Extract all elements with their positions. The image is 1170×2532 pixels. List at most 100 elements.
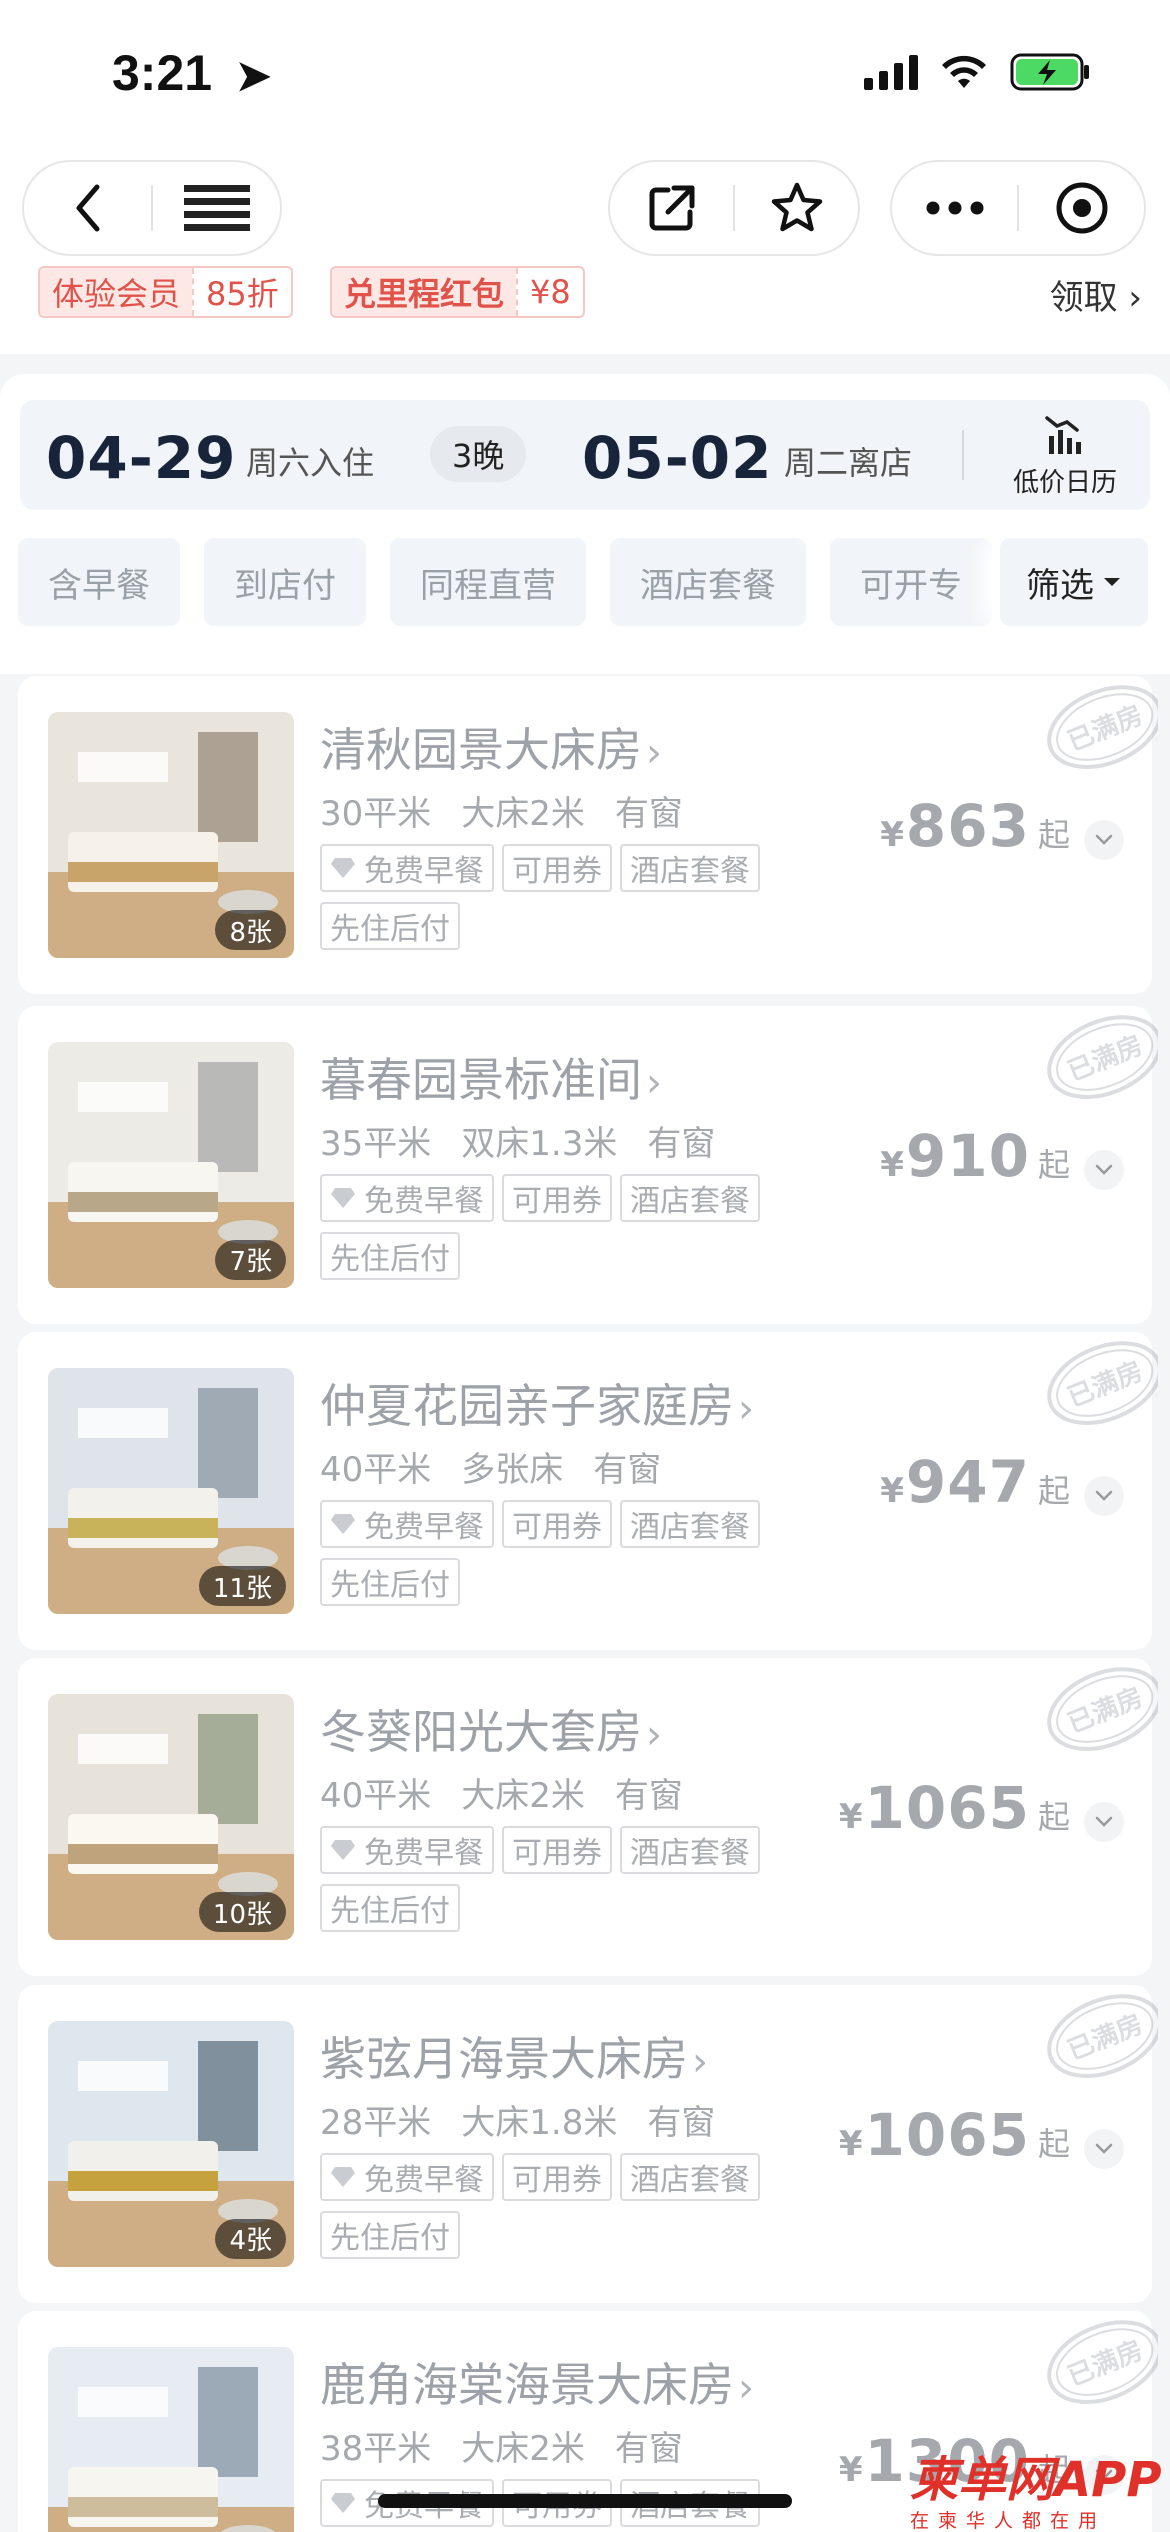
member-discount-tag[interactable]: 体验会员 85折 (38, 266, 293, 318)
currency-symbol: ¥ (838, 1797, 863, 1838)
nav-left-capsule (22, 160, 282, 256)
room-photo[interactable]: 10张 (48, 1694, 294, 1941)
diamond-icon (331, 1514, 355, 1534)
room-bed: 双床1.3米 (461, 1123, 618, 1164)
room-window: 有窗 (614, 2429, 683, 2470)
package-tag: 酒店套餐 (620, 1173, 760, 1222)
close-mini-program-button[interactable] (1019, 162, 1144, 254)
room-card[interactable]: 8张 清秋园景大床房 › 30平米 大床2米 有窗 免费早餐 可用券 酒店套餐 先住后… (18, 676, 1158, 994)
room-card[interactable]: 7张 暮春园景标准间 › 35平米 双床1.3米 有窗 免费早餐 可用券 酒店套餐 先… (18, 1005, 1158, 1324)
chevron-right-icon: › (692, 2038, 708, 2085)
date-bar[interactable]: 04-29 周六入住 3晚 05-02 周二离店 低价日历 (20, 400, 1150, 510)
sold-out-stamp: 已满房 (1028, 676, 1158, 786)
room-tags: 免费早餐 可用券 酒店套餐 (320, 1173, 760, 1222)
filter-chip-breakfast[interactable]: 含早餐 (18, 538, 180, 626)
price-value: 1065 (864, 1774, 1030, 1843)
room-card[interactable]: 4张 紫弦月海景大床房 › 28平米 大床1.8米 有窗 免费早餐 可用券 酒店套餐 … (18, 1984, 1158, 2303)
low-price-calendar-button[interactable]: 低价日历 (995, 414, 1135, 499)
room-photo[interactable]: 8张 (48, 712, 294, 958)
filter-chip-pay-at-hotel[interactable]: 到店付 (204, 538, 366, 626)
mileage-redpacket-tag[interactable]: 兑里程红包 ¥8 (330, 266, 585, 318)
package-tag: 酒店套餐 (620, 1500, 760, 1548)
chevron-down-icon (1095, 834, 1113, 845)
price-value: 863 (905, 792, 1030, 860)
package-tag: 酒店套餐 (620, 844, 760, 892)
room-specs: 28平米 大床1.8米 有窗 (320, 2095, 745, 2144)
more-button[interactable] (892, 162, 1017, 254)
coupon-tag: 可用券 (502, 1826, 612, 1875)
chevron-left-icon (76, 184, 99, 232)
back-button[interactable] (24, 162, 151, 254)
expand-button[interactable] (1084, 820, 1124, 860)
room-window: 有窗 (593, 1450, 662, 1490)
room-specs: 35平米 双床1.3米 有窗 (320, 1116, 745, 1165)
room-name[interactable]: 紫弦月海景大床房 › (320, 2023, 708, 2089)
filter-chip-direct[interactable]: 同程直营 (390, 538, 586, 626)
coupon-tag: 可用券 (502, 1173, 612, 1222)
room-area: 40平米 (320, 1776, 432, 1817)
nights-badge: 3晚 (430, 426, 527, 482)
room-name[interactable]: 鹿角海棠海景大床房 › (320, 2349, 754, 2415)
menu-button[interactable] (153, 162, 280, 254)
breakfast-tag: 免费早餐 (320, 844, 494, 892)
room-specs: 40平米 大床2米 有窗 (320, 1768, 713, 1817)
home-indicator[interactable] (378, 2494, 792, 2508)
room-name[interactable]: 冬葵阳光大套房 › (320, 1696, 662, 1762)
room-photo[interactable]: 11张 (48, 1368, 294, 1614)
room-price: ¥ 863 起 (880, 792, 1070, 860)
room-photo[interactable]: 4张 (48, 2020, 294, 2267)
redpacket-amount: ¥8 (516, 268, 583, 316)
cellular-signal-icon (864, 54, 918, 90)
chevron-right-icon: › (738, 1386, 754, 1432)
room-name-text: 暮春园景标准间 (320, 1052, 642, 1107)
location-arrow-icon: ➤ (235, 52, 272, 99)
date-section: 04-29 周六入住 3晚 05-02 周二离店 低价日历 (0, 374, 1170, 674)
filter-chip-invoice[interactable]: 可开专 (830, 538, 992, 626)
filter-button[interactable]: 筛选 (1000, 538, 1148, 626)
status-bar: 3:21 ➤ (0, 0, 1170, 150)
expand-button[interactable] (1084, 1802, 1124, 1843)
currency-symbol: ¥ (880, 1471, 904, 1511)
expand-button[interactable] (1084, 1149, 1124, 1190)
room-name[interactable]: 仲夏花园亲子家庭房 › (320, 1370, 754, 1436)
room-card[interactable]: 10张 冬葵阳光大套房 › 40平米 大床2米 有窗 免费早餐 可用券 酒店套餐 先住… (18, 1658, 1158, 1977)
room-tags: 免费早餐 可用券 酒店套餐 (320, 1500, 760, 1548)
diamond-icon (331, 2166, 355, 2187)
share-button[interactable] (610, 162, 733, 254)
price-value: 947 (905, 1448, 1030, 1516)
room-tags: 免费早餐 可用券 酒店套餐 (320, 2152, 760, 2201)
room-card[interactable]: 11张 仲夏花园亲子家庭房 › 40平米 多张床 有窗 免费早餐 可用券 酒店套餐 先… (18, 1332, 1158, 1650)
room-tags: 免费早餐 可用券 酒店套餐 (320, 844, 760, 892)
breakfast-tag-label: 免费早餐 (364, 2162, 484, 2198)
share-icon (649, 185, 694, 231)
room-bed: 大床2米 (461, 2429, 585, 2470)
calendar-label: 低价日历 (1012, 468, 1117, 498)
room-area: 40平米 (320, 1450, 432, 1490)
watermark-logo: 柬单网APP 在柬华人都在用 (910, 2440, 1170, 2532)
breakfast-tag: 免费早餐 (320, 1500, 494, 1548)
photo-count-badge: 4张 (215, 2218, 286, 2259)
filter-chip-package[interactable]: 酒店套餐 (610, 538, 806, 626)
menu-lines-icon (183, 185, 250, 231)
expand-button[interactable] (1084, 2128, 1124, 2169)
pay-later-tag: 先住后付 (320, 2210, 460, 2259)
diamond-icon (331, 2493, 355, 2514)
favorite-button[interactable] (735, 162, 858, 254)
checkin-date: 04-29 (46, 424, 237, 492)
price-from-label: 起 (1037, 2124, 1070, 2163)
photo-count-badge: 7张 (215, 1239, 286, 1280)
room-name[interactable]: 清秋园景大床房 › (320, 714, 662, 780)
nav-mid-capsule (608, 160, 860, 256)
room-list: 8张 清秋园景大床房 › 30平米 大床2米 有窗 免费早餐 可用券 酒店套餐 先住后… (0, 676, 1170, 2532)
room-photo[interactable] (48, 2347, 294, 2532)
room-specs: 30平米 大床2米 有窗 (320, 786, 713, 835)
currency-symbol: ¥ (838, 2450, 863, 2491)
claim-button[interactable]: 领取 › (1050, 270, 1142, 319)
room-name-text: 鹿角海棠海景大床房 (320, 2358, 734, 2413)
room-photo[interactable]: 7张 (48, 1041, 294, 1288)
room-area: 38平米 (320, 2429, 432, 2470)
price-value: 1065 (864, 2100, 1030, 2169)
expand-button[interactable] (1084, 1476, 1124, 1516)
room-name[interactable]: 暮春园景标准间 › (320, 1044, 662, 1110)
room-photo-image (48, 2347, 294, 2532)
